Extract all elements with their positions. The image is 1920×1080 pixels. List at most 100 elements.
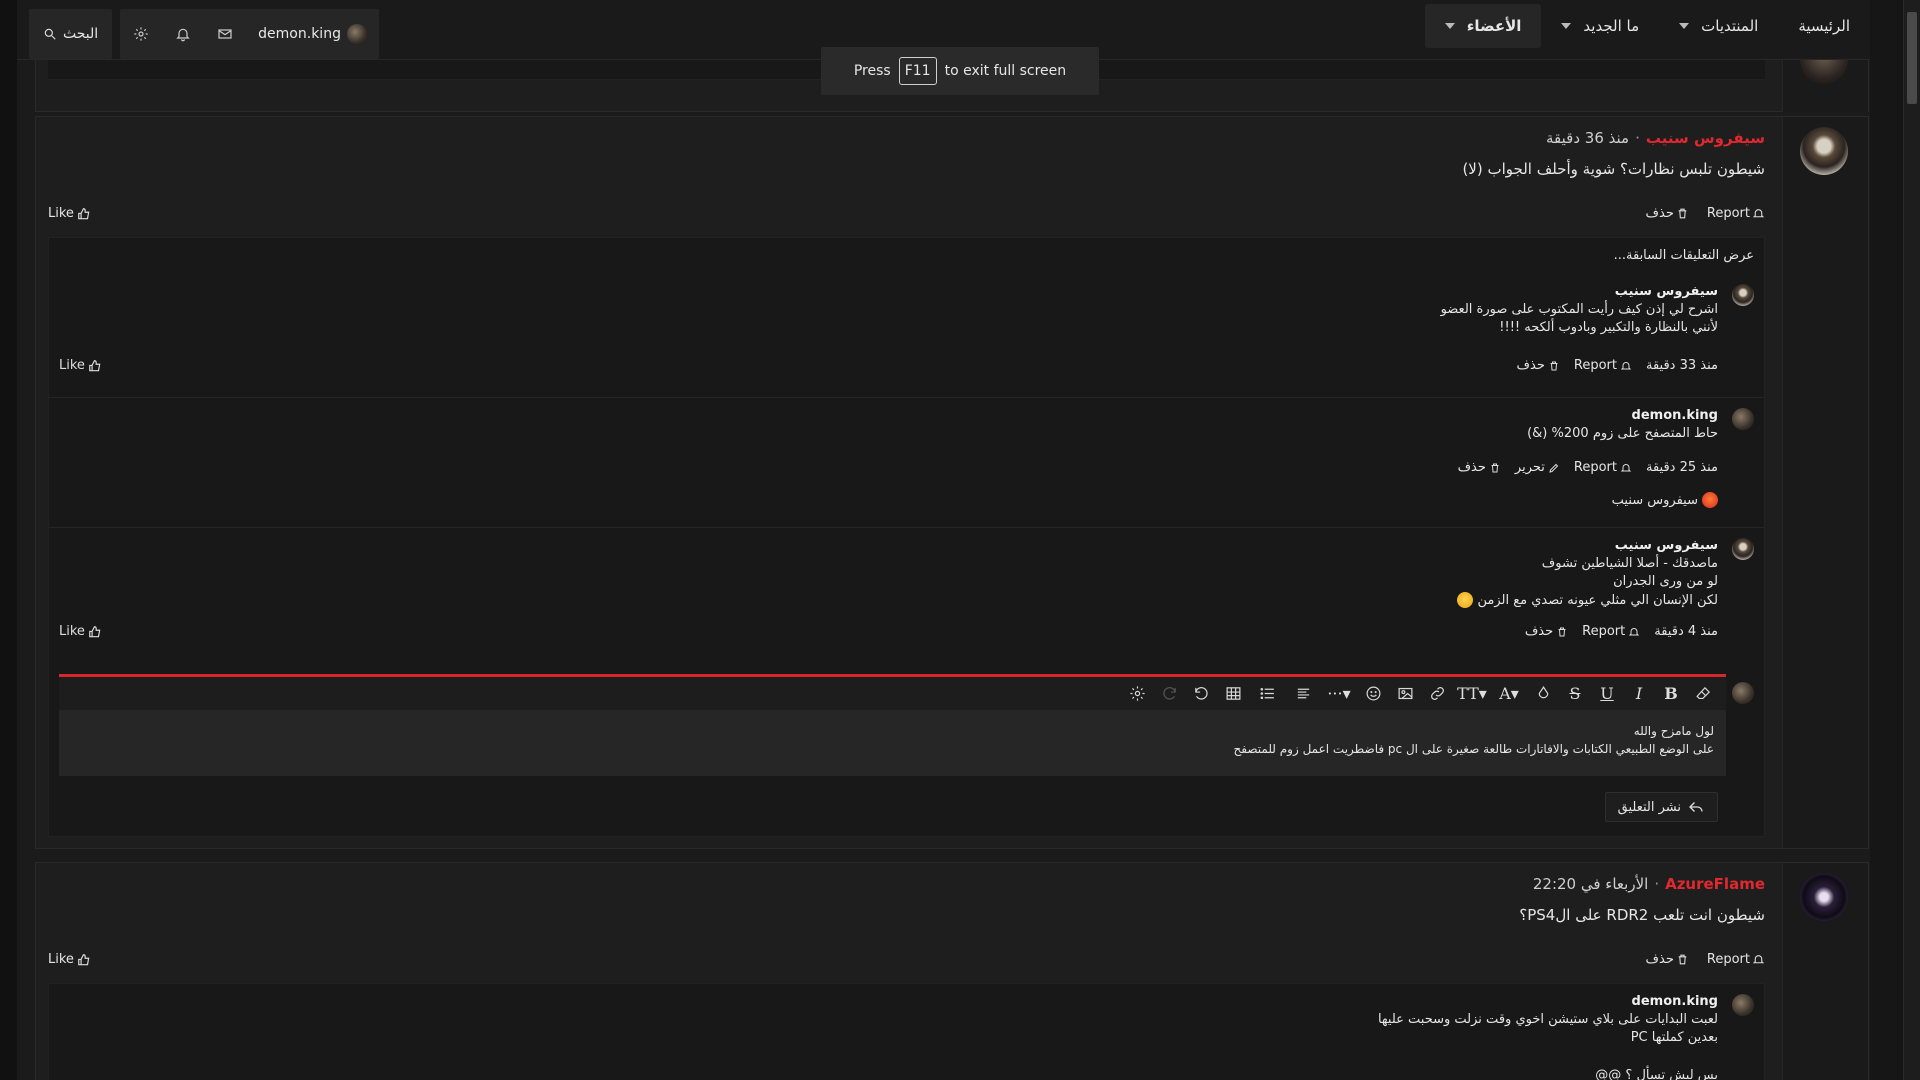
comment-editor: B I U S A▾ TT▾ ···▾ لول مامزح والله على … <box>59 674 1726 776</box>
nav-forums[interactable]: المنتديات <box>1659 0 1778 52</box>
list-icon <box>1259 685 1276 702</box>
undo-icon <box>1193 685 1210 702</box>
report-label: Report <box>1573 460 1617 475</box>
italic-button[interactable]: I <box>1624 679 1654 709</box>
chevron-down-icon <box>1561 23 1572 29</box>
report-button[interactable]: Report <box>1582 624 1640 639</box>
report-label: Report <box>1706 206 1750 221</box>
thumbs-up-icon <box>89 625 101 637</box>
text-color-button[interactable] <box>1528 679 1558 709</box>
comment-author[interactable]: سيفروس سنيب <box>1615 284 1718 299</box>
comment-time[interactable]: منذ 4 دقيقة <box>1654 624 1718 639</box>
clear-format-button[interactable] <box>1688 679 1718 709</box>
post-1: سيفروس سنيب·منذ 36 دقيقة شيطون تلبس نظار… <box>35 116 1869 849</box>
comment-author[interactable]: سيفروس سنيب <box>1615 538 1718 553</box>
comment-line: بعدين كملتها PC <box>1630 1030 1718 1045</box>
report-button[interactable]: Report <box>1574 358 1632 373</box>
report-label: Report <box>1582 624 1626 639</box>
redo-button[interactable] <box>1154 679 1184 709</box>
delete-label: حذف <box>1645 206 1674 221</box>
comment-line: ماصدقك - أصلا الشياطين تشوف <box>1541 556 1718 571</box>
editor-line: على الوضع الطبيعي الكتابات والافاتارات ط… <box>1233 742 1714 756</box>
reaction-summary[interactable]: سيفروس سنيب <box>1612 492 1718 508</box>
avatar[interactable] <box>1732 538 1754 560</box>
bell-report-icon <box>1620 463 1632 471</box>
strikethrough-button[interactable]: S <box>1560 679 1590 709</box>
nav-home[interactable]: الرئيسية <box>1778 0 1870 52</box>
like-button[interactable]: Like <box>48 952 91 967</box>
avatar <box>346 24 367 44</box>
font-size-button[interactable]: TT▾ <box>1454 679 1490 709</box>
comment-line: لكن الإنسان الي مثلي عيونه تصدي مع الزمن <box>1457 592 1718 608</box>
post-avatar-col <box>1782 863 1868 1080</box>
nav-whats-new[interactable]: ما الجديد <box>1541 0 1659 52</box>
like-button[interactable]: Like <box>48 206 91 221</box>
like-button[interactable]: Like <box>59 624 102 639</box>
post-comment-label: نشر التعليق <box>1617 799 1681 815</box>
avatar[interactable] <box>1800 873 1848 921</box>
trash-icon <box>1491 463 1499 472</box>
avatar[interactable] <box>1732 994 1754 1016</box>
nav-whats-new-label: ما الجديد <box>1583 17 1640 35</box>
report-button[interactable]: Report <box>1574 460 1632 475</box>
edit-button[interactable]: تحرير <box>1515 460 1560 475</box>
user-menu[interactable]: demon.king <box>246 24 379 44</box>
delete-button[interactable]: حذف <box>1458 460 1501 475</box>
more-options-button[interactable]: ···▾ <box>1322 679 1356 709</box>
font-family-button[interactable]: A▾ <box>1492 679 1526 709</box>
link-icon <box>1429 685 1446 702</box>
nav-members[interactable]: الأعضاء <box>1424 4 1542 48</box>
comment-line: لعبت البدايات على بلاي ستيشن اخوي وقت نز… <box>1377 1012 1718 1027</box>
bold-button[interactable]: B <box>1656 679 1686 709</box>
post-header: AzureFlame·الأربعاء في 22:20 <box>1532 875 1765 893</box>
post-comment-button[interactable]: نشر التعليق <box>1604 792 1718 822</box>
insert-image-button[interactable] <box>1390 679 1420 709</box>
thumbs-up-icon <box>78 953 90 965</box>
view-previous-comments[interactable]: عرض التعليقات السابقة... <box>1614 248 1754 263</box>
avatar[interactable] <box>1800 127 1848 175</box>
delete-button[interactable]: حذف <box>1646 952 1689 967</box>
thumbs-up-icon <box>78 207 90 219</box>
bell-report-icon <box>1752 955 1765 964</box>
comment-time[interactable]: منذ 25 دقيقة <box>1646 460 1718 475</box>
avatar[interactable] <box>1732 408 1754 430</box>
search-icon <box>43 27 57 41</box>
post-body: شيطون انت تلعب RDR2 على الPS4؟ <box>1519 906 1765 924</box>
comment-author[interactable]: demon.king <box>1632 408 1718 423</box>
text-size-icon: TT▾ <box>1457 684 1487 703</box>
settings-button[interactable] <box>120 9 162 59</box>
comment-textarea[interactable]: لول مامزح والله على الوضع الطبيعي الكتاب… <box>59 710 1726 776</box>
delete-button[interactable]: حذف <box>1525 624 1568 639</box>
comment-time[interactable]: منذ 33 دقيقة <box>1646 358 1718 373</box>
undo-button[interactable] <box>1186 679 1216 709</box>
comment-actions: منذ 25 دقيقة Report تحرير حذف <box>1458 460 1718 475</box>
search-button[interactable]: البحث <box>29 9 113 59</box>
post-time[interactable]: الأربعاء في 22:20 <box>1533 875 1648 893</box>
insert-table-button[interactable] <box>1218 679 1248 709</box>
like-button[interactable]: Like <box>59 358 102 373</box>
delete-button[interactable]: حذف <box>1646 206 1689 221</box>
fullscreen-toast: Press F11 to exit full screen <box>821 47 1099 95</box>
report-button[interactable]: Report <box>1707 952 1765 967</box>
list-button[interactable] <box>1250 679 1284 709</box>
inbox-button[interactable] <box>204 9 246 59</box>
editor-toolbar: B I U S A▾ TT▾ ···▾ <box>59 674 1726 710</box>
comment-line-text: لكن الإنسان الي مثلي عيونه تصدي مع الزمن <box>1477 592 1718 608</box>
post-author[interactable]: AzureFlame <box>1665 875 1765 893</box>
emoji-button[interactable] <box>1358 679 1388 709</box>
underline-button[interactable]: U <box>1592 679 1622 709</box>
post-author[interactable]: سيفروس سنيب <box>1646 129 1765 147</box>
avatar[interactable] <box>1732 284 1754 306</box>
gear-icon <box>1129 685 1146 702</box>
scrollbar-thumb[interactable] <box>1907 12 1917 104</box>
post-time[interactable]: منذ 36 دقيقة <box>1546 129 1629 147</box>
editor-settings-button[interactable] <box>1122 679 1152 709</box>
comment-author[interactable]: demon.king <box>1632 994 1718 1009</box>
insert-link-button[interactable] <box>1422 679 1452 709</box>
scrollbar[interactable] <box>1903 0 1920 1080</box>
trash-icon <box>1678 954 1687 965</box>
report-button[interactable]: Report <box>1707 206 1765 221</box>
alerts-button[interactable] <box>162 9 204 59</box>
delete-button[interactable]: حذف <box>1517 358 1560 373</box>
align-button[interactable] <box>1286 679 1320 709</box>
